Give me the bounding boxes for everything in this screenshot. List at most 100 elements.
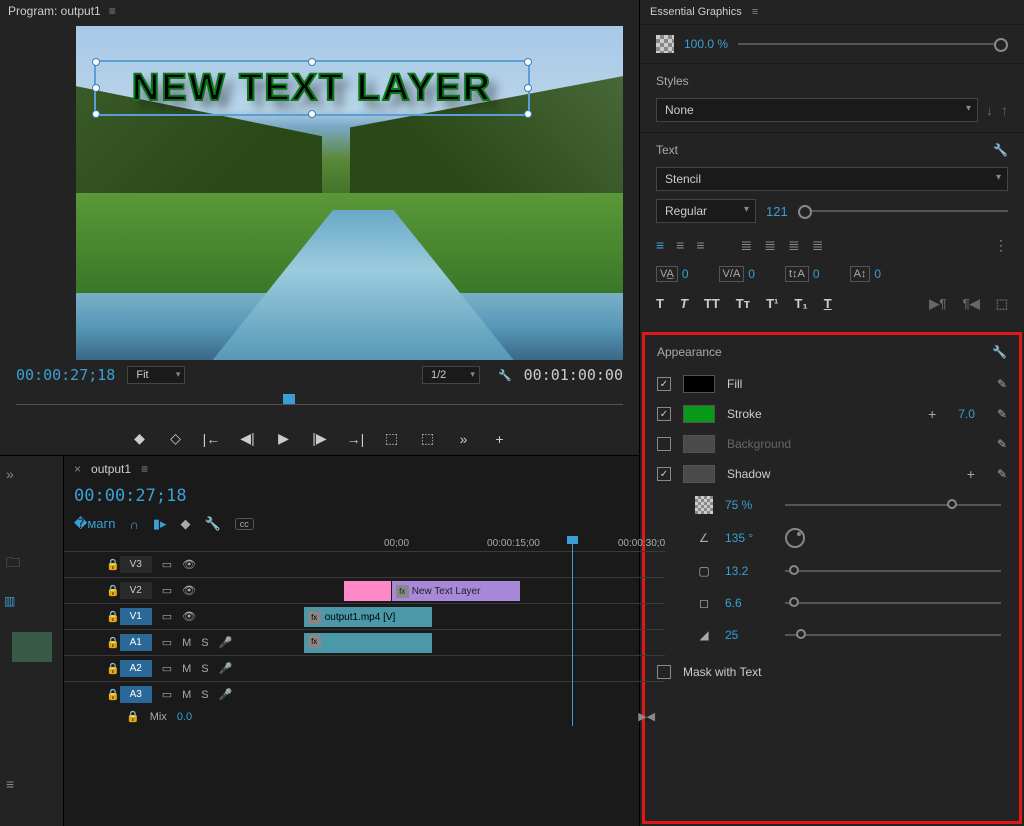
font-size-slider[interactable]	[798, 210, 1008, 212]
align-left-icon[interactable]: ≡	[656, 237, 664, 254]
align-center-icon[interactable]: ≡	[676, 237, 684, 254]
resolution-select[interactable]: 1/2	[422, 366, 480, 384]
appearance-settings-icon[interactable]: 🔧	[992, 345, 1007, 359]
toggle-icon[interactable]: ▭	[162, 688, 172, 701]
mark-out-icon[interactable]: ◇	[167, 430, 185, 447]
close-tab-icon[interactable]: ×	[74, 462, 81, 476]
eye-icon[interactable]: 👁	[182, 584, 196, 597]
bold-icon[interactable]: T	[656, 296, 664, 312]
eyedropper-icon[interactable]: ✎	[997, 407, 1007, 421]
toggle-icon[interactable]: ▭	[162, 610, 172, 623]
clip-audio[interactable]: fx	[304, 633, 432, 653]
shadow-angle-value[interactable]: 135 °	[725, 531, 773, 545]
track-label-a3[interactable]: A3	[120, 686, 152, 703]
kerning-value[interactable]: 0	[748, 267, 755, 281]
mic-icon[interactable]: 🎤	[219, 662, 233, 675]
push-style-icon[interactable]: ↓	[986, 102, 993, 118]
magnet-icon[interactable]: ∩	[129, 517, 138, 532]
mute-icon[interactable]: M	[182, 689, 191, 701]
clip-video[interactable]: fxoutput1.mp4 [V]	[304, 607, 432, 627]
list-view-icon[interactable]: ▥	[0, 586, 63, 608]
opacity-slider[interactable]	[738, 43, 1008, 45]
shadow-distance-slider[interactable]	[785, 570, 1001, 572]
eyedropper-icon[interactable]: ✎	[997, 377, 1007, 391]
step-back-icon[interactable]: ◀|	[239, 430, 257, 447]
font-select[interactable]: Stencil	[656, 167, 1008, 191]
shadow-blur-value[interactable]: 25	[725, 628, 773, 642]
ltr-icon[interactable]: ▶¶	[929, 296, 946, 312]
go-in-icon[interactable]: |←	[203, 431, 221, 447]
font-weight-select[interactable]: Regular	[656, 199, 756, 223]
lock-icon[interactable]: 🔒	[106, 636, 120, 649]
mic-icon[interactable]: 🎤	[219, 688, 233, 701]
fill-swatch[interactable]	[683, 375, 715, 393]
toggle-icon[interactable]: ▭	[162, 662, 172, 675]
align-right-icon[interactable]: ≡	[696, 237, 704, 254]
fill-checkbox[interactable]	[657, 377, 671, 391]
seq-menu-icon[interactable]: ≡	[141, 462, 148, 476]
bin-icon[interactable]: 🗀	[0, 542, 63, 586]
mark-in-icon[interactable]: ◆	[131, 430, 149, 447]
shadow-distance-value[interactable]: 13.2	[725, 564, 773, 578]
background-swatch[interactable]	[683, 435, 715, 453]
marker-icon[interactable]: ◆	[181, 516, 191, 532]
track-label-v3[interactable]: V3	[120, 556, 152, 573]
zoom-select[interactable]: Fit	[127, 366, 185, 384]
mix-value[interactable]: 0.0	[177, 711, 192, 723]
text-layer-selection[interactable]: NEW TEXT LAYER	[94, 60, 530, 116]
lock-icon[interactable]: 🔒	[126, 710, 140, 723]
add-icon[interactable]: +	[491, 431, 509, 447]
track-label-a1[interactable]: A1	[120, 634, 152, 651]
eyedropper-icon[interactable]: ✎	[997, 437, 1007, 451]
shadow-opacity-slider[interactable]	[785, 504, 1001, 506]
panel-menu-icon[interactable]: ≡	[109, 4, 116, 18]
shadow-size-slider[interactable]	[785, 602, 1001, 604]
angle-dial[interactable]	[785, 528, 805, 548]
solo-icon[interactable]: S	[201, 637, 208, 649]
justify-all-icon[interactable]: ≣	[812, 237, 824, 254]
linked-icon[interactable]: ▮▸	[153, 516, 167, 532]
eye-icon[interactable]: 👁	[182, 558, 196, 571]
stroke-swatch[interactable]	[683, 405, 715, 423]
collapse-icon[interactable]: ▶◀	[638, 710, 655, 723]
toggle-icon[interactable]: ▭	[162, 584, 172, 597]
panel-expand-icon[interactable]: »	[0, 456, 63, 492]
go-out-icon[interactable]: →|	[347, 431, 365, 447]
subscript-icon[interactable]: T₁	[794, 296, 807, 312]
opacity-swatch[interactable]	[656, 35, 674, 53]
mute-icon[interactable]: M	[182, 663, 191, 675]
lock-icon[interactable]: 🔒	[106, 688, 120, 701]
sequence-timecode[interactable]: 00:00:27;18	[64, 482, 665, 510]
leading-value[interactable]: 0	[813, 267, 820, 281]
more-icon[interactable]: »	[455, 431, 473, 447]
add-stroke-icon[interactable]: +	[928, 406, 936, 422]
eg-menu-icon[interactable]: ≡	[752, 6, 758, 18]
program-scrubber[interactable]	[16, 392, 623, 416]
toggle-icon[interactable]: ▭	[162, 636, 172, 649]
justify-center-icon[interactable]: ≣	[764, 237, 776, 254]
justify-left-icon[interactable]: ≣	[741, 237, 753, 254]
track-label-v2[interactable]: V2	[120, 582, 152, 599]
baseline-value[interactable]: 0	[874, 267, 881, 281]
lift-icon[interactable]: ⬚	[383, 430, 401, 447]
smallcaps-icon[interactable]: Tᴛ	[736, 296, 750, 312]
rtl-icon[interactable]: ¶◀	[962, 296, 979, 312]
shadow-size-value[interactable]: 6.6	[725, 596, 773, 610]
settings-icon[interactable]: 🔧	[498, 369, 512, 382]
cc-icon[interactable]: cc	[235, 518, 254, 530]
toggle-icon[interactable]: ▭	[162, 558, 172, 571]
underline-icon[interactable]: T	[824, 296, 832, 312]
lock-icon[interactable]: 🔒	[106, 558, 120, 571]
shadow-swatch[interactable]	[683, 465, 715, 483]
mute-icon[interactable]: M	[182, 637, 191, 649]
text-settings-icon[interactable]: 🔧	[993, 143, 1008, 157]
pull-style-icon[interactable]: ↑	[1001, 102, 1008, 118]
track-label-v1[interactable]: V1	[120, 608, 152, 625]
shadow-blur-slider[interactable]	[785, 634, 1001, 636]
eye-icon[interactable]: 👁	[182, 610, 196, 623]
shadow-checkbox[interactable]	[657, 467, 671, 481]
allcaps-icon[interactable]: TT	[704, 296, 720, 312]
background-checkbox[interactable]	[657, 437, 671, 451]
wrench2-icon[interactable]: 🔧	[205, 516, 221, 532]
step-fwd-icon[interactable]: |▶	[311, 430, 329, 447]
